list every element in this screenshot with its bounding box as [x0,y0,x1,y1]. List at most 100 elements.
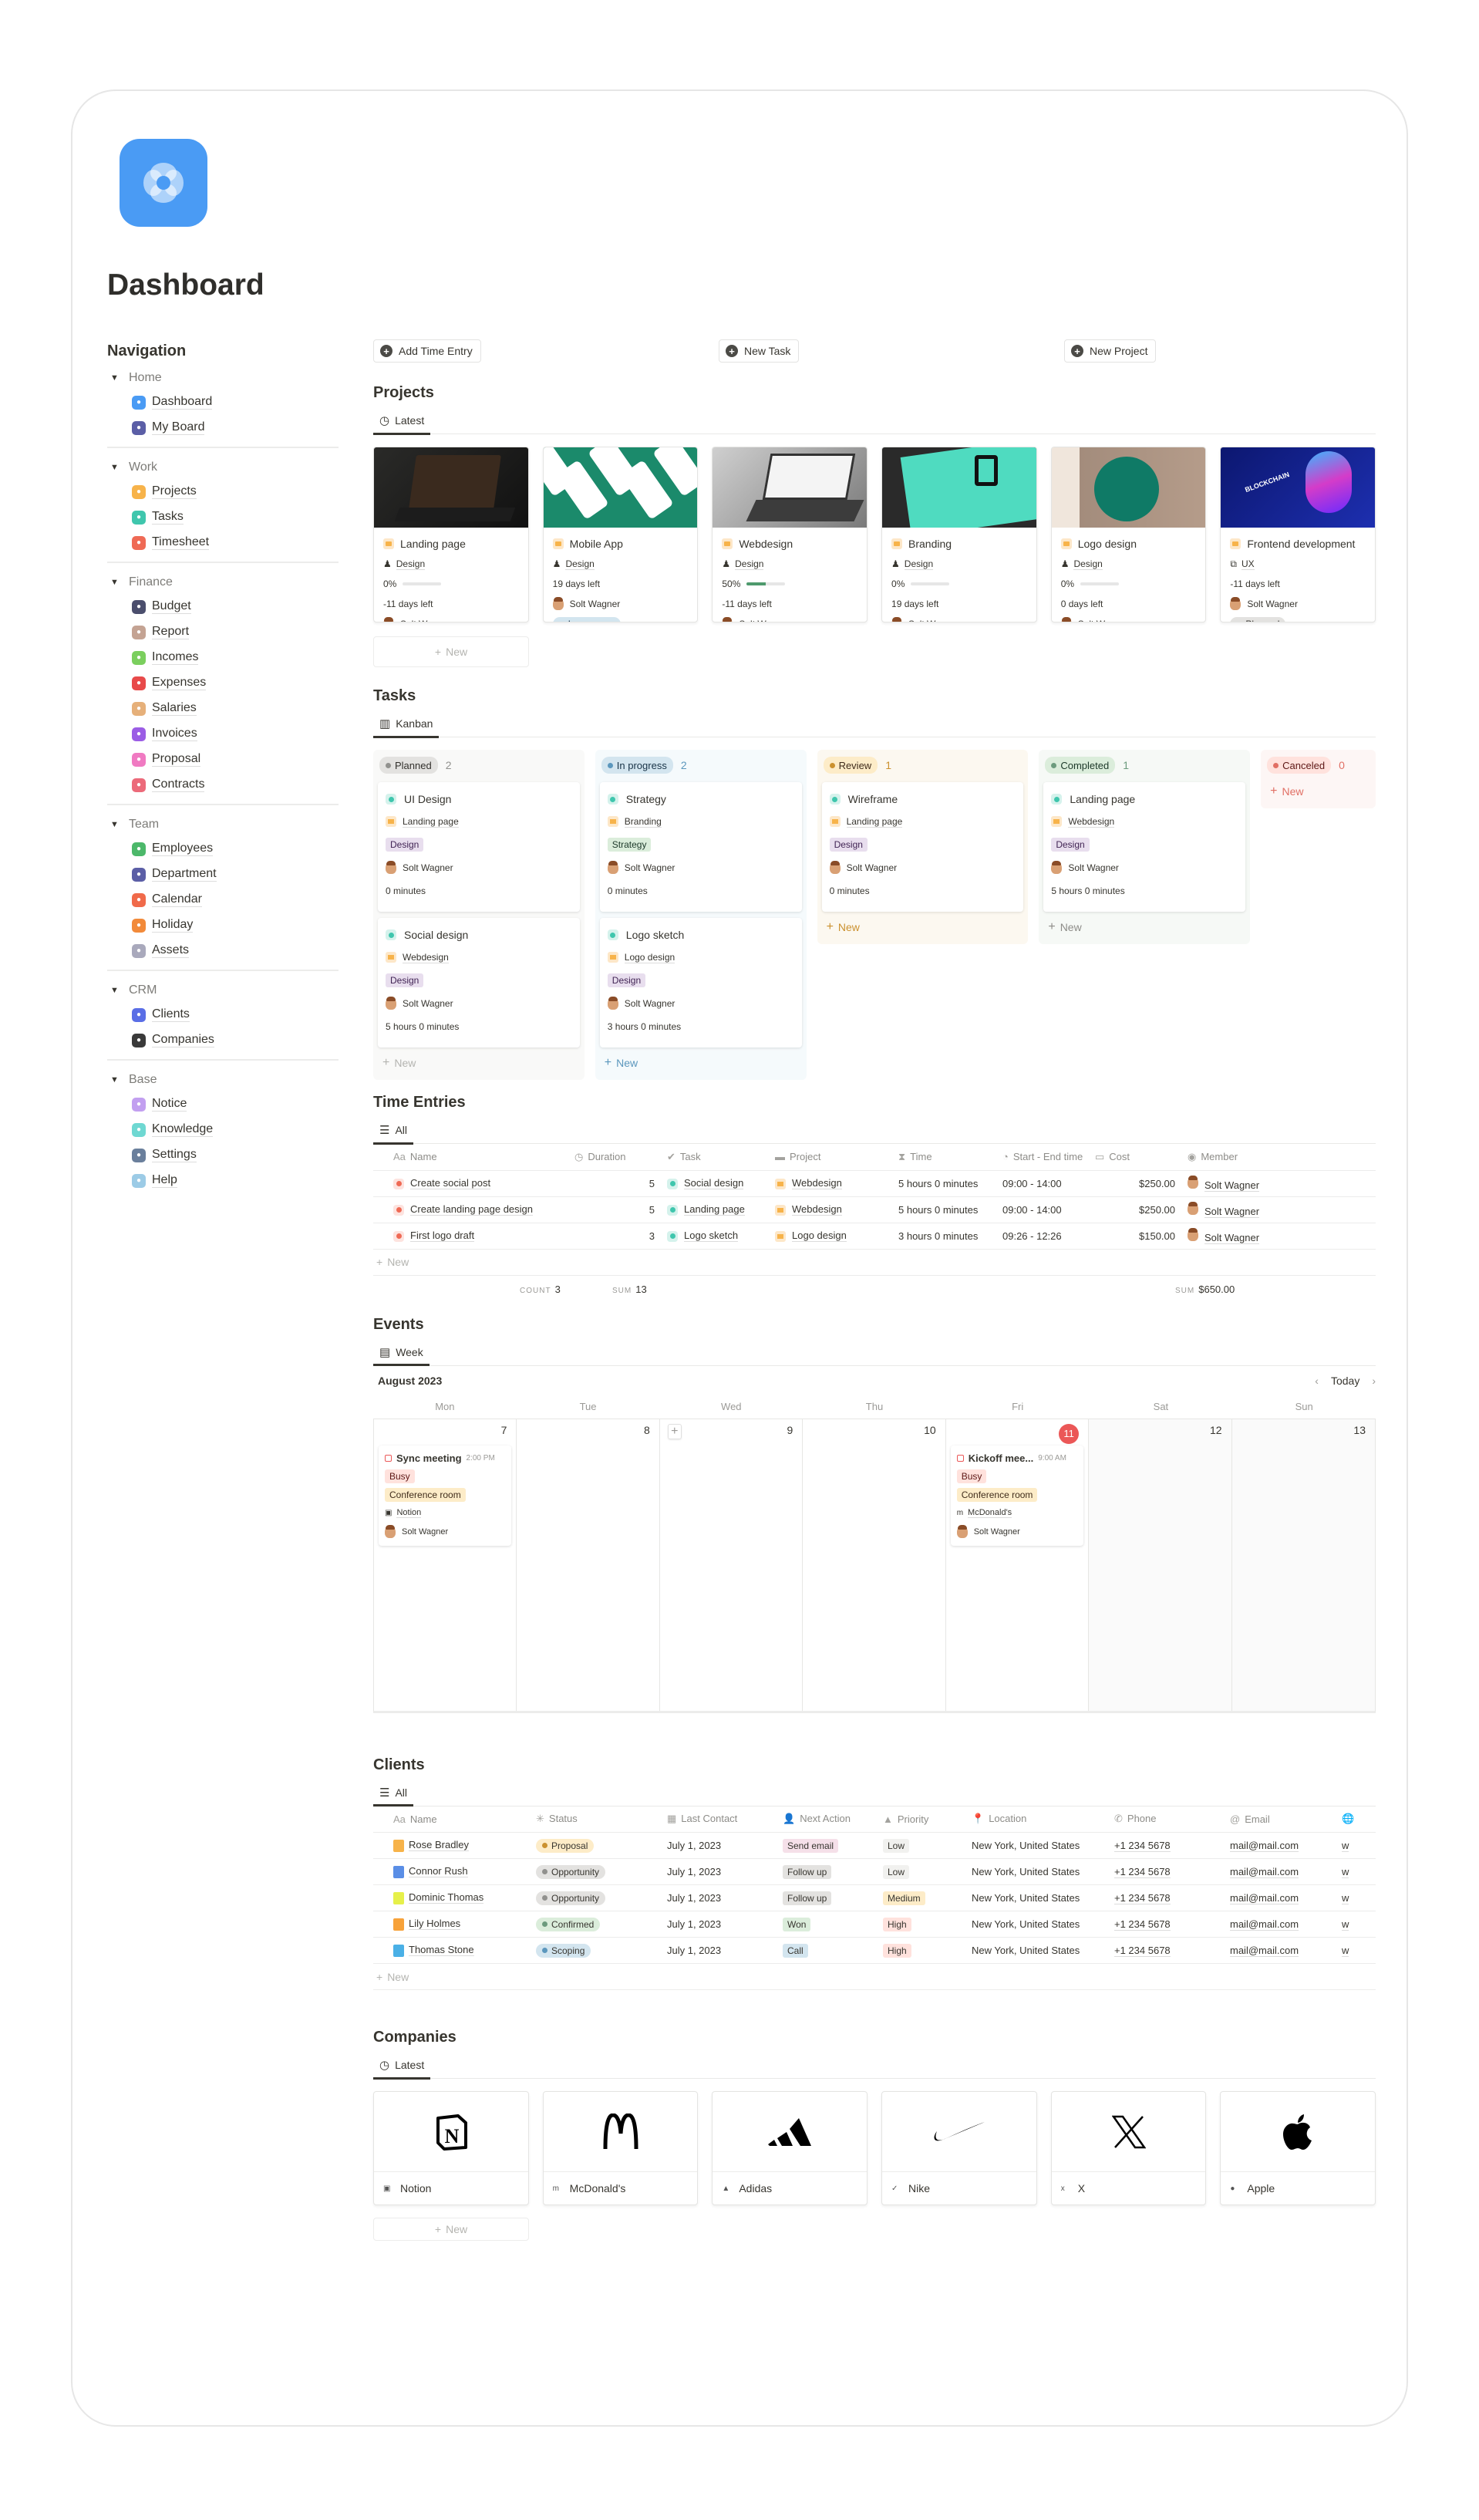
new-task-in-column-button[interactable]: + New [822,915,1024,940]
tab-all[interactable]: ☰ All [373,1780,414,1807]
sidebar-item-budget[interactable]: ● Budget [107,594,339,619]
event-card[interactable]: Kickoff mee... 9:00 AM Busy Conference ro… [950,1445,1084,1546]
calendar-day-cell[interactable]: 8 [517,1419,660,1711]
project-card[interactable]: Landing page♟Design0%-11 days leftSolt W… [373,447,529,622]
table-row[interactable]: Create social post 5 Social design Webde… [373,1170,1376,1197]
company-card[interactable]: ●Apple Cupertino, California, U.S. 1 pro… [1220,2091,1376,2205]
project-card[interactable]: Mobile App ♟ Design 19 days left Solt Wagner… [542,447,699,622]
tab-all[interactable]: ☰ All [373,1118,414,1145]
new-client-row[interactable]: + New [373,1964,1376,1990]
sidebar-item-assets[interactable]: ● Assets [107,938,339,963]
new-task-button[interactable]: + New Task [719,339,800,363]
sidebar-item-salaries[interactable]: ● Salaries [107,696,339,721]
column-header[interactable]: 📍 Location [967,1806,1110,1833]
column-header[interactable]: ◔ Start - End time [998,1144,1090,1171]
company-card[interactable]: ✓Nike Cupertino, California, U.S. 1 proj… [881,2091,1037,2205]
tab-kanban[interactable]: ▥ Kanban [373,712,440,738]
calendar-day-cell[interactable]: 11 Kickoff mee... 9:00 AM Busy Conference… [946,1419,1090,1711]
nav-group-toggle[interactable]: ▼ Home [107,366,339,390]
calendar-day-cell[interactable]: 10 [803,1419,946,1711]
column-header[interactable]: ▦ Last Contact [662,1806,778,1833]
event-card[interactable]: Sync meeting 2:00 PM Busy Conference room… [379,1445,512,1546]
sidebar-item-calendar[interactable]: ● Calendar [107,887,339,913]
column-header[interactable]: Aa Name [373,1144,570,1171]
task-card[interactable]: Logo sketch Logo design Design Solt Wagn… [599,918,802,1047]
add-time-entry-button[interactable]: + Add Time Entry [373,339,481,363]
sidebar-item-incomes[interactable]: ● Incomes [107,645,339,670]
add-event-button[interactable]: + [667,1423,682,1439]
sidebar-item-timesheet[interactable]: ● Timesheet [107,530,339,555]
table-row[interactable]: Connor Rush Opportunity July 1, 2023 Fol… [373,1858,1376,1885]
sidebar-item-invoices[interactable]: ● Invoices [107,721,339,747]
calendar-day-cell[interactable]: 7 Sync meeting 2:00 PM Busy Conference ro… [374,1419,517,1711]
company-card[interactable]: mMcDonald's Cupertino, California, U.S. … [542,2091,699,2205]
new-task-in-column-button[interactable]: + New [1043,915,1245,940]
tab-latest[interactable]: ◷ Latest [373,409,431,435]
new-task-in-column-button[interactable]: + New [378,1051,580,1075]
task-card[interactable]: Social design Webdesign Design Solt Wagn… [378,918,580,1047]
nav-group-toggle[interactable]: ▼ CRM [107,979,339,1002]
table-row[interactable]: Create landing page design 5 Landing pag… [373,1196,1376,1223]
sidebar-item-projects[interactable]: ● Projects [107,479,339,504]
project-card[interactable]: BLOCKCHAIN Frontend development ⧉ UX -11 day… [1220,447,1376,622]
nav-group-toggle[interactable]: ▼ Finance [107,571,339,594]
tab-week[interactable]: ▤ Week [373,1340,430,1366]
sidebar-item-notice[interactable]: ● Notice [107,1091,339,1117]
next-week-icon[interactable]: › [1372,1375,1376,1387]
column-header[interactable]: Aa Name [373,1806,531,1833]
nav-group-toggle[interactable]: ▼ Work [107,456,339,479]
new-project-card-button[interactable]: + New [373,636,529,667]
column-header[interactable]: ✆ Phone [1110,1806,1225,1833]
column-header[interactable]: ⧗ Time [894,1144,998,1171]
task-card[interactable]: Wireframe Landing page Design Solt Wagne… [821,782,1024,912]
new-task-in-column-button[interactable]: + New [1265,779,1371,804]
project-card[interactable]: Logo design♟Design0%0 days leftSolt Wagn… [1050,447,1207,622]
sidebar-item-department[interactable]: ● Department [107,862,339,887]
new-task-in-column-button[interactable]: + New [600,1051,802,1075]
sidebar-item-employees[interactable]: ● Employees [107,836,339,862]
sidebar-item-holiday[interactable]: ● Holiday [107,913,339,938]
project-card[interactable]: Branding♟Design0%19 days leftSolt Wagner… [881,447,1037,622]
column-header[interactable]: 👤 Next Action [778,1806,878,1833]
company-card[interactable]: xX Cupertino, California, U.S. 2 project… [1050,2091,1207,2205]
new-project-button[interactable]: + New Project [1064,339,1157,363]
column-header[interactable]: ▭ Cost [1090,1144,1183,1171]
sidebar-item-settings[interactable]: ● Settings [107,1142,339,1168]
sidebar-item-contracts[interactable]: ● Contracts [107,772,339,798]
calendar-day-cell[interactable]: 9 + [660,1419,804,1711]
table-row[interactable]: First logo draft 3 Logo sketch Logo desi… [373,1223,1376,1250]
task-card[interactable]: UI Design Landing page Design Solt Wagne… [378,782,580,912]
today-button[interactable]: Today [1331,1375,1359,1387]
table-row[interactable]: Lily Holmes Confirmed July 1, 2023 Won H… [373,1911,1376,1938]
sidebar-item-knowledge[interactable]: ● Knowledge [107,1117,339,1142]
tab-latest[interactable]: ◷ Latest [373,2053,431,2080]
table-row[interactable]: Dominic Thomas Opportunity July 1, 2023 … [373,1884,1376,1911]
table-row[interactable]: Rose Bradley Proposal July 1, 2023 Send … [373,1832,1376,1859]
sidebar-item-tasks[interactable]: ● Tasks [107,504,339,530]
sidebar-item-clients[interactable]: ● Clients [107,1002,339,1027]
calendar-day-cell[interactable]: 13 [1231,1419,1375,1711]
new-company-card-button[interactable]: + New [373,2218,529,2241]
new-time-entry-row[interactable]: + New [373,1250,1376,1276]
company-card[interactable]: N ▣Notion Cupertino, California, U.S. 2 … [373,2091,529,2205]
column-header[interactable]: ▲ Priority [878,1806,967,1833]
column-header[interactable]: 🌐 [1337,1806,1376,1833]
sidebar-item-help[interactable]: ● Help [107,1168,339,1193]
sidebar-item-dashboard[interactable]: ● Dashboard [107,390,339,415]
task-card[interactable]: Landing page Webdesign Design Solt Wagne… [1043,782,1246,912]
column-header[interactable]: ✳ Status [531,1806,662,1833]
column-header[interactable]: ✔ Task [662,1144,770,1171]
sidebar-item-companies[interactable]: ● Companies [107,1027,339,1053]
sidebar-item-report[interactable]: ● Report [107,619,339,645]
table-row[interactable]: Thomas Stone Scoping July 1, 2023 Call H… [373,1937,1376,1964]
company-card[interactable]: ▲Adidas Cupertino, California, U.S. 1 pr… [712,2091,868,2205]
project-card[interactable]: Webdesign♟Design50%-11 days leftSolt Wag… [712,447,868,622]
prev-week-icon[interactable]: ‹ [1315,1375,1319,1387]
nav-group-toggle[interactable]: ▼ Team [107,813,339,836]
task-card[interactable]: Strategy Branding Strategy Solt Wagner 0… [599,782,802,912]
column-header[interactable]: ◷ Duration [570,1144,662,1171]
nav-group-toggle[interactable]: ▼ Base [107,1068,339,1091]
calendar-day-cell[interactable]: 12 [1089,1419,1232,1711]
sidebar-item-expenses[interactable]: ● Expenses [107,670,339,696]
column-header[interactable]: ◉ Member [1183,1144,1376,1171]
